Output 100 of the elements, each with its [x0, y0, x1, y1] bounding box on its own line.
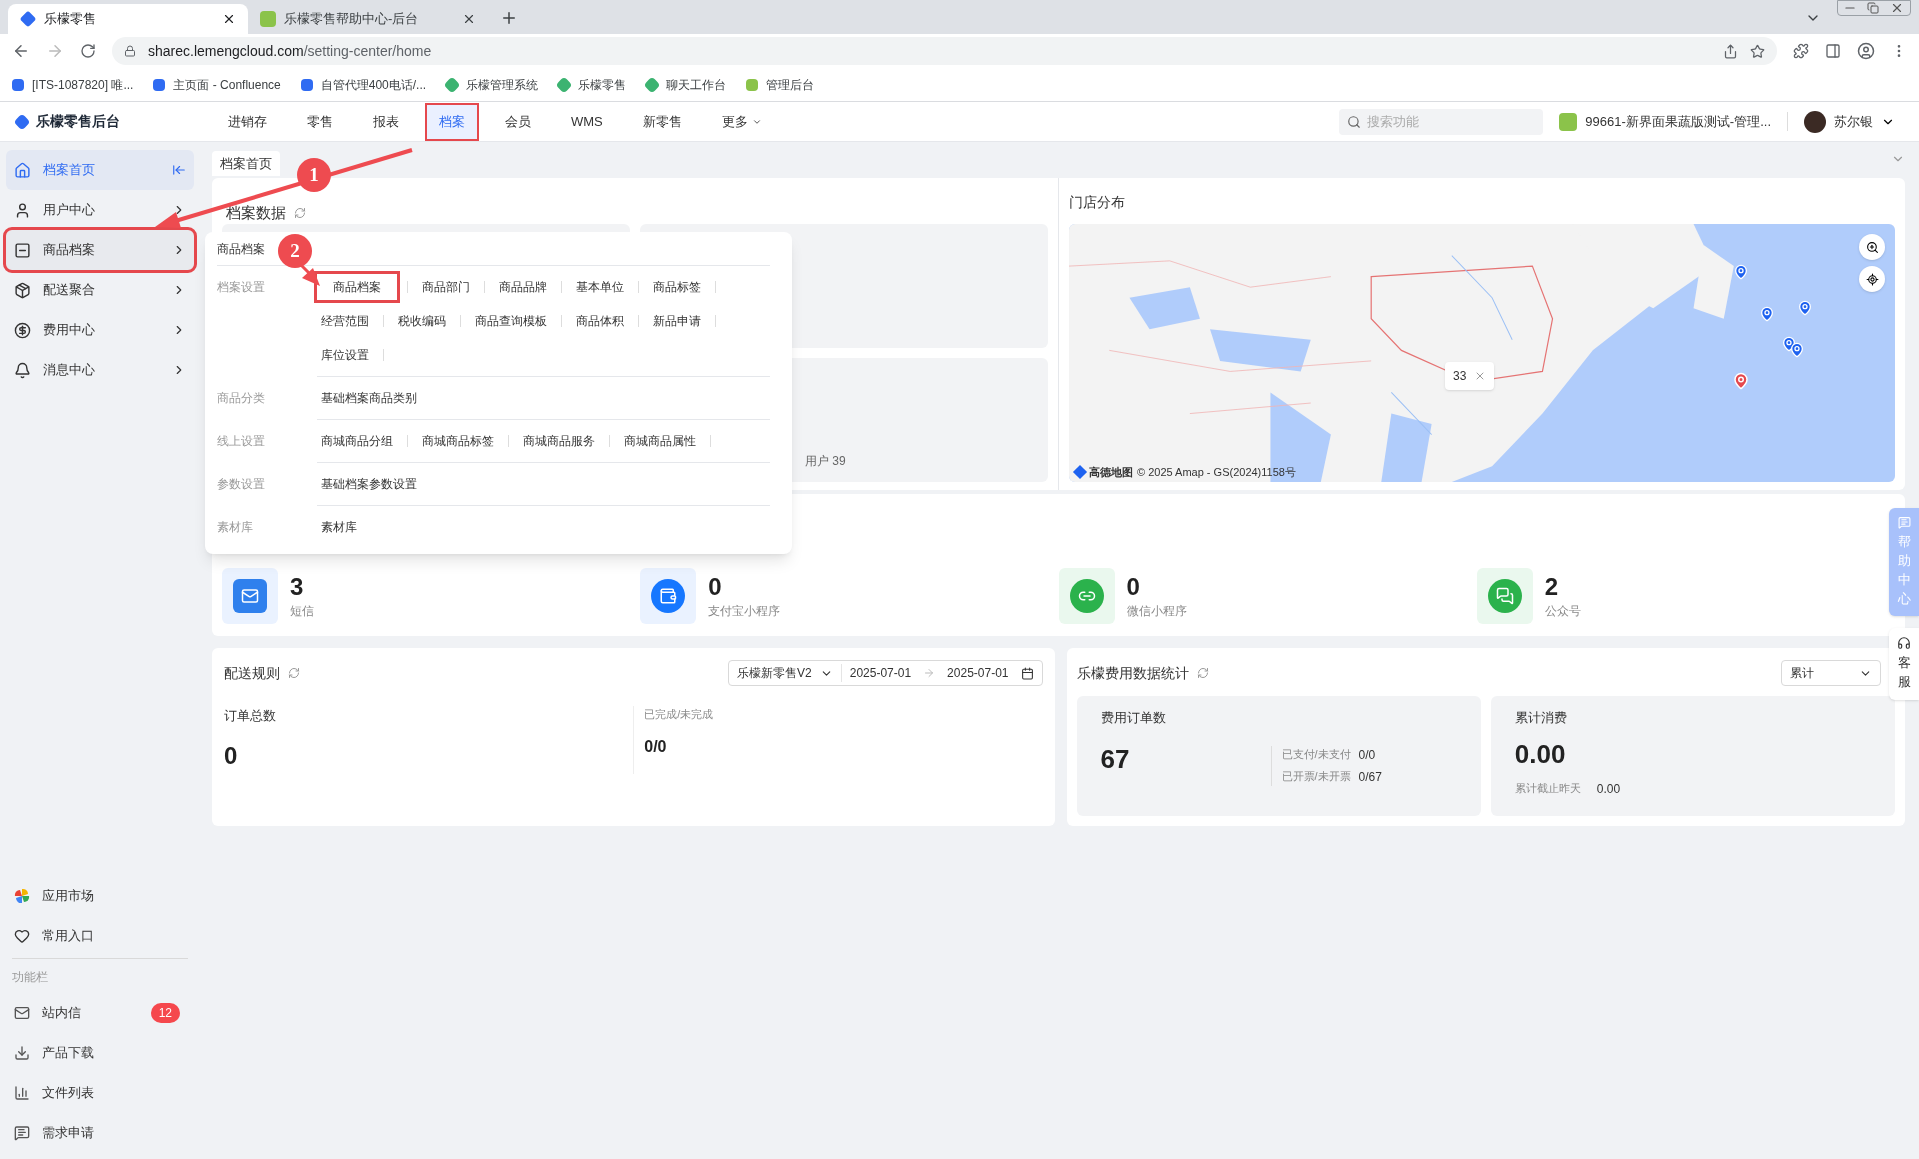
menu-link[interactable]: 商品部门 [418, 278, 474, 296]
menu-group-label: 线上设置 [217, 433, 266, 450]
nav-tab[interactable]: WMS [559, 104, 615, 139]
menu-group-label: 参数设置 [217, 476, 266, 493]
date-range-field[interactable]: 2025-07-01 2025-07-01 [841, 664, 1042, 682]
sidebar-item[interactable]: 产品下载 [6, 1033, 194, 1073]
map-pin-icon[interactable] [1789, 342, 1805, 358]
app-logo-text: 乐檬零售后台 [36, 112, 120, 131]
nav-tab[interactable]: 零售 [295, 104, 345, 139]
unread-badge: 12 [150, 1003, 180, 1023]
nav-tab[interactable]: 会员 [493, 104, 543, 139]
refresh-icon[interactable] [294, 207, 306, 219]
menu-link[interactable]: 商品查询模板 [471, 312, 551, 330]
refresh-icon[interactable] [1196, 667, 1209, 679]
tool-icon [14, 1005, 30, 1021]
menu-link[interactable]: 基本单位 [572, 278, 628, 296]
map-pin-icon[interactable] [1759, 306, 1775, 322]
back-icon[interactable] [12, 42, 30, 60]
cluster-popup[interactable]: 33 [1445, 362, 1495, 390]
heart-icon [14, 928, 30, 944]
menu-link[interactable]: 商品品牌 [495, 278, 551, 296]
sidebar-item[interactable]: 常用入口 [6, 916, 194, 956]
menu-link[interactable]: 新品申请 [649, 312, 705, 330]
nav-tab[interactable]: 进销存 [216, 104, 279, 139]
card-title: 门店分布 [1069, 192, 1126, 212]
bookmark[interactable]: 聊天工作台 [646, 75, 727, 94]
menu-link[interactable]: 商城商品服务 [519, 432, 599, 450]
tab-title: 乐檬零售帮助中心-后台 [284, 10, 420, 29]
bookmark[interactable]: 管理后台 [746, 75, 815, 94]
bookmark[interactable]: 乐檬管理系统 [446, 75, 539, 94]
customer-service-tab[interactable]: 客服 [1889, 628, 1919, 701]
profile-icon[interactable] [1857, 42, 1875, 60]
bookmark-favicon-icon [746, 78, 759, 91]
nav-tab[interactable]: 新零售 [630, 104, 694, 139]
map-pin-icon[interactable] [1732, 372, 1750, 390]
nav-tab[interactable]: 报表 [361, 104, 411, 139]
refresh-icon[interactable] [288, 667, 300, 679]
search-field[interactable]: 搜索功能 [1339, 108, 1544, 135]
store-map[interactable]: 33 高德地图 © 2025 Amap - GS(2024)1158号 [1069, 224, 1895, 482]
tab-favicon-icon [260, 11, 276, 27]
store-name[interactable]: 99661-新界面果蔬版测试-管理... [1585, 111, 1771, 132]
menu-link[interactable]: 基础档案参数设置 [317, 475, 421, 493]
sidebar-item[interactable]: 费用中心 [6, 310, 194, 350]
lock-icon [124, 45, 136, 57]
close-icon[interactable] [462, 12, 476, 26]
bookmark-star-icon[interactable] [1750, 43, 1765, 59]
menu-link[interactable]: 经营范围 [317, 312, 373, 330]
menu-link[interactable]: 商城商品分组 [317, 432, 397, 450]
menu-item-icon [14, 161, 31, 179]
menu-link[interactable]: 商品标签 [649, 278, 705, 296]
period-select[interactable]: 累计 [1781, 660, 1881, 686]
channel-label: 微信小程序 [1126, 603, 1187, 620]
card-title: 配送规则 [224, 663, 280, 683]
reload-icon[interactable] [80, 43, 96, 59]
tool-icon [14, 1045, 30, 1061]
system-select[interactable]: 乐檬新零售V2 [729, 664, 842, 682]
avatar-icon [1804, 110, 1826, 133]
bookmark[interactable]: 自管代理400电话/... [300, 75, 427, 94]
browser-tab[interactable]: 乐檬零售 [8, 4, 248, 34]
user-menu[interactable]: 苏尔银 [1804, 110, 1895, 133]
close-window-icon[interactable] [1890, 1, 1904, 15]
bookmark[interactable]: 乐檬零售 [558, 75, 627, 94]
menu-item-icon [14, 201, 31, 219]
sidebar-item[interactable]: 商品档案 [6, 230, 194, 270]
collapse-icon[interactable] [172, 163, 186, 177]
sidebar-item[interactable]: 文件列表 [6, 1073, 194, 1113]
menu-link[interactable]: 商城商品属性 [620, 432, 700, 450]
side-panel-icon[interactable] [1825, 43, 1841, 59]
sidebar-item[interactable]: 消息中心 [6, 350, 194, 390]
channel-count: 0 [1126, 572, 1141, 602]
bookmark[interactable]: [ITS-1087820] 唯... [12, 75, 134, 94]
sidebar-item[interactable]: 档案首页 [6, 150, 194, 190]
sidebar-item[interactable]: 需求申请 [6, 1113, 194, 1153]
stat-label: 费用订单数 [1100, 709, 1167, 727]
menu-link[interactable]: 基础档案商品类别 [317, 389, 421, 407]
bookmark[interactable]: 主页面 - Confluence [153, 75, 281, 94]
nav-tab[interactable]: 档案 [427, 104, 477, 139]
menu-link[interactable]: 商品档案 [317, 274, 397, 300]
close-icon[interactable] [222, 12, 236, 26]
menu-link[interactable]: 税收编码 [394, 312, 450, 330]
extensions-icon[interactable] [1793, 43, 1809, 59]
stat-label: 已完成/未完成 [644, 707, 715, 722]
address-bar[interactable]: sharec.lemengcloud.com/setting-center/home [112, 37, 1777, 65]
map-pin-icon[interactable] [1797, 300, 1813, 316]
sidebar-item[interactable]: 用户中心 [6, 190, 194, 230]
menu-link[interactable]: 商品体积 [572, 312, 628, 330]
menu-link[interactable]: 素材库 [317, 518, 361, 536]
sidebar-item[interactable]: 站内信 12 [6, 993, 194, 1033]
page-tab[interactable]: 档案首页 [212, 150, 280, 176]
nav-tab[interactable]: 更多 [709, 104, 774, 139]
restore-icon[interactable] [1867, 2, 1879, 14]
sidebar-item[interactable]: 配送聚合 [6, 270, 194, 310]
browser-tab[interactable]: 乐檬零售帮助中心-后台 [248, 4, 488, 34]
menu-link[interactable]: 库位设置 [317, 346, 373, 364]
menu-link[interactable]: 商城商品标签 [418, 432, 498, 450]
channel-label: 短信 [290, 603, 314, 620]
new-tab-icon[interactable] [500, 9, 518, 27]
share-icon[interactable] [1723, 43, 1738, 59]
map-pin-icon[interactable] [1733, 264, 1749, 280]
sidebar-item[interactable]: 应用市场 [6, 876, 194, 916]
